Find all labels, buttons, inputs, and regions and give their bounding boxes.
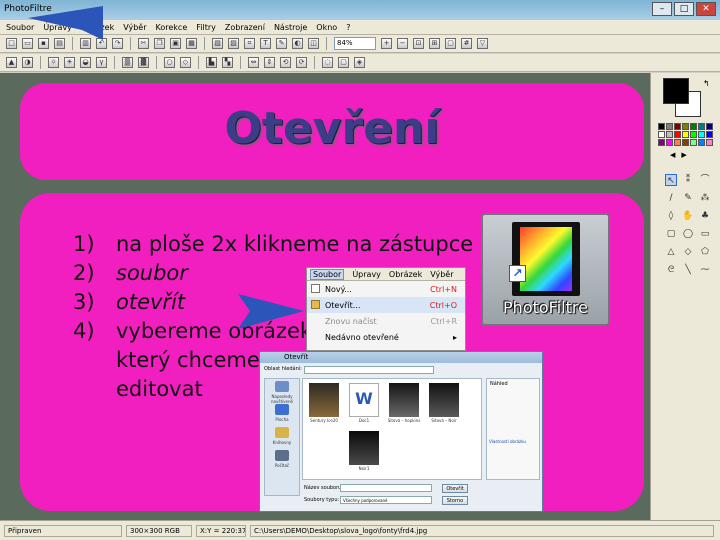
- annotation-layer: [28, 6, 304, 329]
- annotation-arrow-to-file-menu: [28, 6, 103, 40]
- annotation-arrow-to-open: [238, 294, 304, 329]
